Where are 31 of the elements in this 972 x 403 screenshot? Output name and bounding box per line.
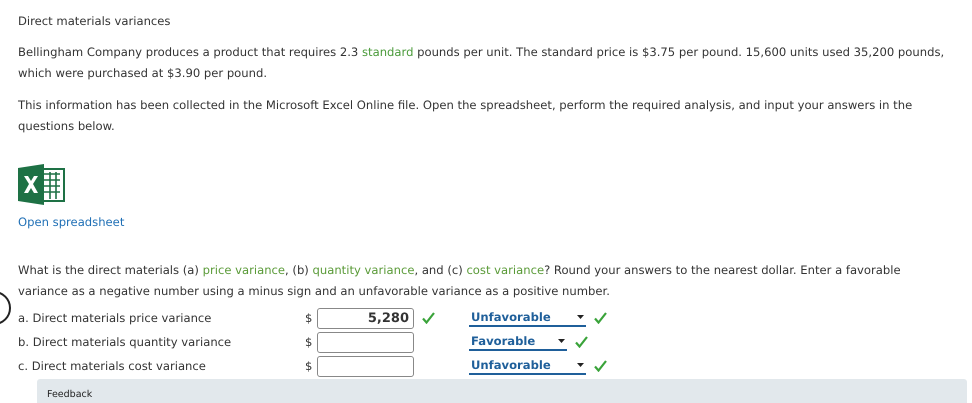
caret-icon bbox=[577, 315, 584, 319]
currency-sign: $ bbox=[305, 311, 314, 325]
answer-label: b. Direct materials quantity variance bbox=[18, 334, 232, 351]
caret-icon bbox=[577, 363, 584, 367]
amount-field[interactable] bbox=[317, 332, 414, 352]
glossary-link[interactable]: standard bbox=[362, 45, 414, 59]
currency-sign: $ bbox=[305, 359, 314, 373]
question-text: What is the direct materials (a) price variance, (b) quantity variance, and (c) cost variance? Round your answers to the nearest dollar. Enter a favorable variance as a negative number using a minus sign and an unfavorable variance as a positive number. bbox=[18, 262, 902, 300]
check-icon bbox=[422, 312, 435, 324]
check-icon bbox=[594, 360, 607, 372]
caret-icon bbox=[558, 339, 565, 343]
answer-label: a. Direct materials price variance bbox=[18, 310, 212, 327]
amount-field[interactable] bbox=[317, 356, 414, 376]
answer-label: c. Direct materials cost variance bbox=[18, 358, 207, 375]
circle-outline-icon bbox=[0, 290, 12, 326]
answer-dropdown[interactable]: Unfavorable bbox=[469, 358, 586, 374]
page-title: Direct materials variances bbox=[18, 13, 172, 30]
open-spreadsheet-link[interactable]: Open spreadsheet bbox=[18, 213, 124, 231]
feedback-title: Feedback bbox=[47, 389, 92, 400]
answer-dropdown[interactable]: Unfavorable bbox=[469, 310, 586, 326]
glossary-link[interactable]: cost variance bbox=[466, 263, 544, 277]
glossary-link[interactable]: quantity variance bbox=[312, 263, 414, 277]
check-icon bbox=[575, 336, 588, 348]
currency-sign: $ bbox=[305, 335, 314, 349]
glossary-link[interactable]: price variance bbox=[202, 263, 286, 277]
amount-field[interactable]: 5,280 bbox=[317, 308, 414, 328]
check-icon bbox=[594, 312, 607, 324]
answer-dropdown[interactable]: Favorable bbox=[469, 334, 567, 350]
spreadsheet-icon[interactable] bbox=[18, 164, 65, 205]
instruction-text: This information has been collected in the Microsoft Excel Online file. Open the spreadsheet, perform the required analysis, and input your answers in the questions below. bbox=[18, 97, 914, 135]
instruction-text: Bellingham Company produces a product that requires 2.3 standard pounds per unit. The standard price is $3.75 per pound. 15,600 units used 35,200 pounds, which were purchased at $3.90 per pound. bbox=[18, 44, 946, 82]
